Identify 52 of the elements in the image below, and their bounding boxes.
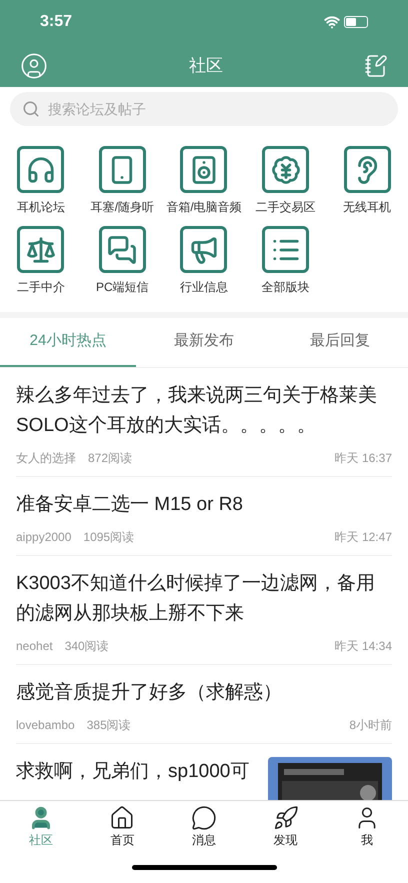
forum-item[interactable]: 音箱/电脑音频 [163, 146, 245, 216]
forum-item[interactable]: PC端短信 [82, 226, 164, 296]
search-icon [22, 100, 40, 118]
search-field[interactable]: 搜索论坛及帖子 [10, 92, 398, 126]
nav-tab[interactable]: 我 [326, 805, 408, 851]
feed-tab[interactable]: 最新发布 [136, 318, 272, 367]
post-time: 昨天 16:37 [334, 450, 392, 467]
page-title: 社区 [189, 54, 223, 77]
wifi-icon [324, 14, 340, 30]
forum-item[interactable]: 行业信息 [163, 226, 245, 296]
scale-icon [17, 226, 64, 273]
post-title[interactable]: K3003不知道什么时候掉了一边滤网，备用的滤网从那块板上掰不下来 [16, 569, 392, 629]
profile-icon[interactable] [20, 52, 48, 80]
messages-icon [98, 226, 146, 273]
post-author: aippy2000 [16, 529, 72, 546]
status-time: 3:57 [40, 12, 72, 32]
headphones-icon [17, 146, 64, 193]
list-icon [262, 226, 310, 273]
post-author: 女人的选择 [16, 450, 76, 467]
yen-badge-icon [262, 146, 310, 193]
forum-item[interactable]: 二手交易区 [244, 146, 326, 216]
forum-item[interactable]: 耳塞/随身听 [82, 146, 164, 216]
rocket-icon [272, 805, 299, 831]
nav-tab[interactable]: 发现 [244, 805, 326, 851]
read-count: 872阅读 [88, 450, 132, 467]
read-count: 1095阅读 [83, 529, 134, 546]
post-time: 8小时前 [349, 717, 392, 734]
post-title[interactable]: 感觉音质提升了好多（求解惑） [16, 678, 392, 708]
read-count: 385阅读 [86, 717, 131, 734]
post-author: lovebambo [16, 717, 75, 734]
home-icon [109, 805, 136, 831]
megaphone-icon [180, 226, 228, 273]
feed-tab[interactable]: 最后回复 [272, 318, 408, 367]
speaker-icon [180, 146, 228, 193]
post-time: 昨天 12:47 [334, 529, 392, 546]
search-input[interactable]: 搜索论坛及帖子 [48, 98, 386, 120]
compose-icon[interactable] [364, 54, 388, 78]
read-count: 340阅读 [64, 638, 109, 655]
nav-tab[interactable]: 首页 [82, 805, 164, 851]
forum-item[interactable]: 全部版块 [244, 226, 326, 296]
post-title[interactable]: 准备安卓二选一 M15 or R8 [16, 490, 392, 520]
nav-tab[interactable]: 消息 [163, 805, 245, 851]
ear-icon [344, 146, 391, 193]
post-author: neohet [16, 638, 53, 655]
post-time: 昨天 14:34 [334, 638, 392, 655]
post-title[interactable]: 辣么多年过去了，我来说两三句关于格莱美SOLO这个耳放的大实话。。。。。 [16, 381, 392, 441]
message-icon [190, 805, 217, 831]
forum-item[interactable]: 二手中介 [0, 226, 82, 296]
battery-icon [344, 16, 368, 28]
forum-item[interactable]: 耳机论坛 [0, 146, 82, 216]
post-title[interactable]: 求救啊，兄弟们，sp1000可 [16, 757, 256, 787]
forum-item[interactable]: 无线耳机 [326, 146, 408, 216]
